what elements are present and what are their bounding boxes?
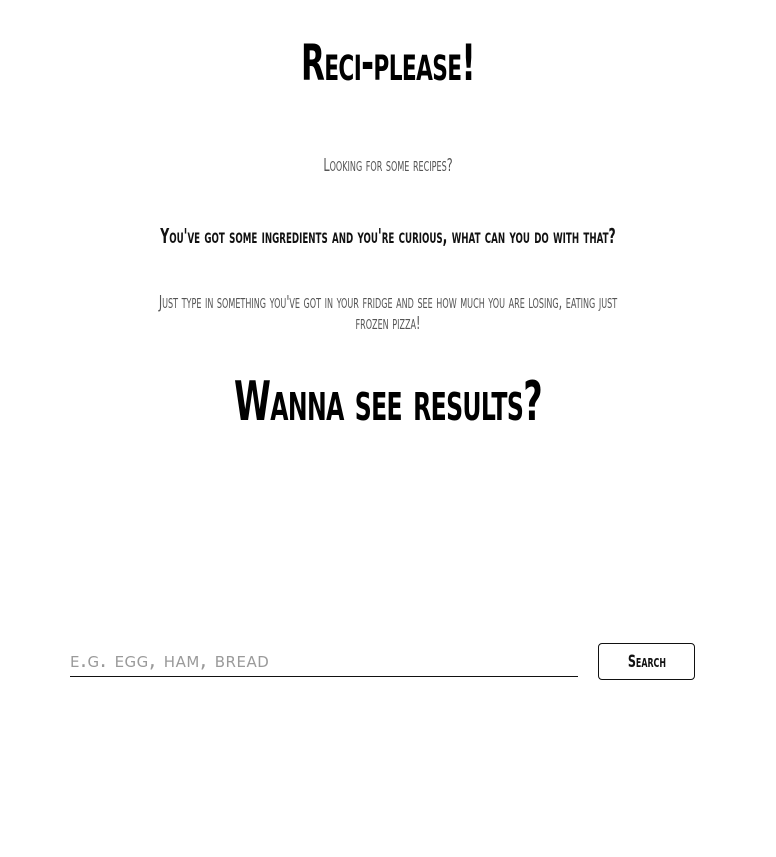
intro-ingredients-text: You've got some ingredients and you're c… — [160, 224, 616, 248]
search-button[interactable]: Search — [598, 643, 695, 680]
search-form: Search — [70, 642, 696, 682]
search-button-label: Search — [627, 651, 666, 672]
results-heading: Wanna see results? — [233, 370, 543, 433]
ingredients-search-input[interactable] — [70, 644, 578, 677]
intro-instructions-text: Just type in something you've got in you… — [158, 292, 618, 334]
app-title: Reci-please! — [300, 34, 476, 92]
intro-question: Looking for some recipes? — [323, 155, 453, 176]
